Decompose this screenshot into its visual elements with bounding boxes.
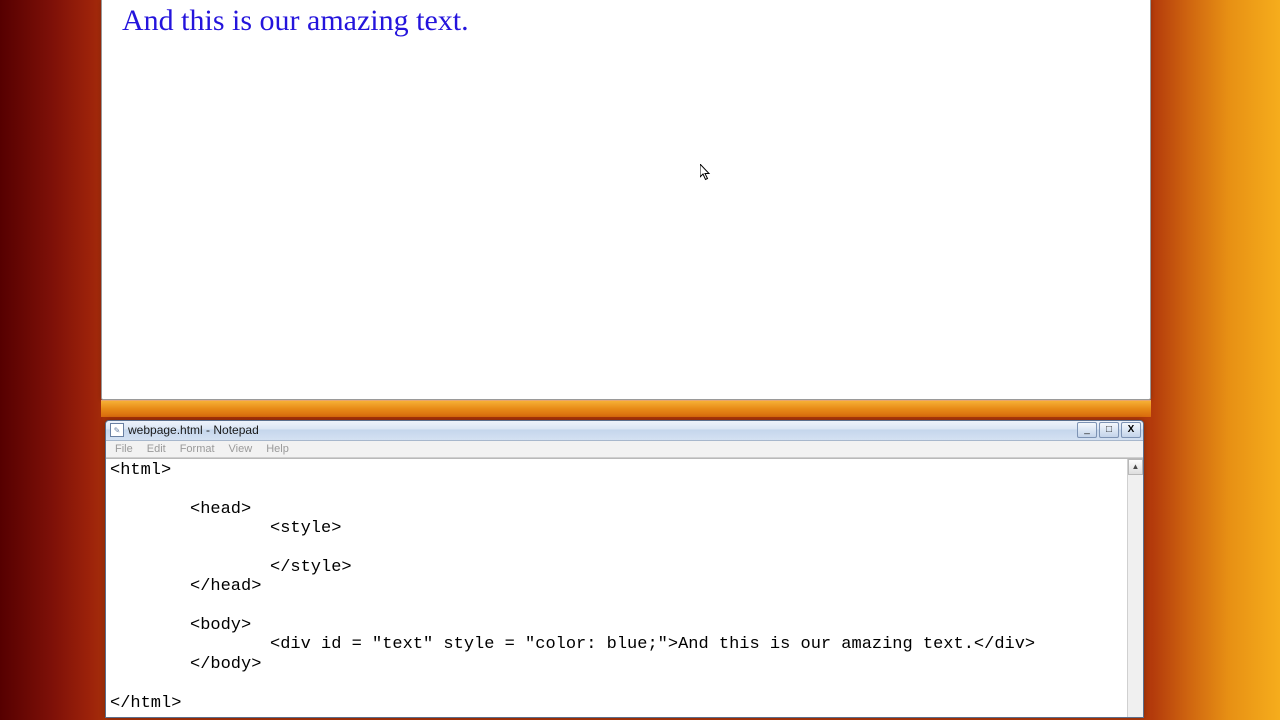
gap-strip [101, 400, 1151, 417]
notepad-window: ✎ webpage.html - Notepad _ □ X File Edit… [105, 420, 1144, 718]
notepad-editor-wrap: <html> <head><style> </style></head> <body… [106, 458, 1143, 717]
maximize-button[interactable]: □ [1099, 422, 1119, 438]
code-line: <div id = "text" style = "color: blue;">… [110, 635, 1123, 654]
browser-window: And this is our amazing text. [101, 0, 1151, 400]
close-button[interactable]: X [1121, 422, 1141, 438]
notepad-menubar: File Edit Format View Help [106, 441, 1143, 458]
menu-format[interactable]: Format [173, 441, 222, 457]
notepad-title-text: webpage.html - Notepad [128, 423, 259, 437]
code-line: <head> [110, 500, 1123, 519]
code-blank-line [110, 674, 1123, 693]
code-line: </html> [110, 694, 181, 713]
rendered-page-text: And this is our amazing text. [122, 4, 469, 37]
mouse-cursor-icon [700, 164, 712, 182]
menu-help[interactable]: Help [259, 441, 296, 457]
vertical-scrollbar[interactable]: ▲ [1127, 459, 1143, 717]
code-line: </body> [110, 655, 1123, 674]
code-line: <style> [110, 519, 1123, 538]
code-blank-line [110, 597, 1123, 616]
code-line: </style> [110, 558, 1123, 577]
code-blank-line [110, 538, 1123, 557]
browser-content-area[interactable]: And this is our amazing text. [122, 4, 1142, 391]
desktop-background: And this is our amazing text. ✎ webpage.… [0, 0, 1280, 720]
code-blank-line [110, 480, 1123, 499]
code-line: <html> [110, 461, 171, 480]
scroll-up-button[interactable]: ▲ [1128, 459, 1143, 475]
code-line: <body> [110, 616, 1123, 635]
menu-file[interactable]: File [108, 441, 140, 457]
notepad-text-area[interactable]: <html> <head><style> </style></head> <body… [106, 459, 1127, 717]
window-controls: _ □ X [1077, 422, 1141, 438]
notepad-titlebar[interactable]: ✎ webpage.html - Notepad _ □ X [106, 421, 1143, 441]
menu-view[interactable]: View [222, 441, 260, 457]
menu-edit[interactable]: Edit [140, 441, 173, 457]
minimize-button[interactable]: _ [1077, 422, 1097, 438]
code-line: </head> [110, 577, 1123, 596]
scroll-track[interactable] [1128, 475, 1143, 717]
notepad-file-icon: ✎ [110, 423, 124, 437]
